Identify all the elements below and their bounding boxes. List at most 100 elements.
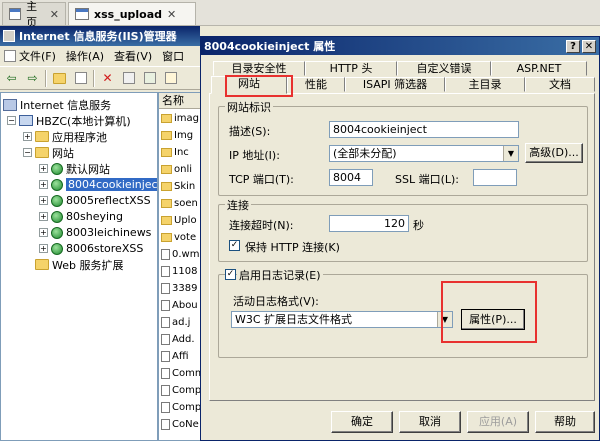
ip-address-select[interactable]: (全部未分配) ▼ <box>329 145 519 162</box>
website-globe-icon <box>51 194 63 207</box>
expand-icon[interactable]: + <box>39 196 48 205</box>
expand-icon[interactable]: + <box>39 212 48 221</box>
tree-node-default-site[interactable]: + 默认网站 <box>39 161 110 176</box>
folder-icon <box>161 181 172 191</box>
menu-file[interactable]: 文件(F) <box>4 48 56 64</box>
list-item[interactable]: 0.wm <box>161 247 199 261</box>
export-icon[interactable] <box>162 70 179 87</box>
tab-isapi-filters[interactable]: ISAPI 筛选器 <box>345 77 445 92</box>
list-column-name-header[interactable]: 名称 <box>159 93 201 109</box>
website-globe-icon <box>51 226 63 239</box>
tab-directory-security[interactable]: 目录安全性 <box>213 61 305 76</box>
iis-content-list[interactable]: 名称 imag Img Inc onli Skin soen Uplo vote 0.wm 110… <box>158 92 202 441</box>
tree-node-web-extensions[interactable]: Web 服务扩展 <box>35 257 123 272</box>
list-item[interactable]: Affi <box>161 349 189 363</box>
folder-icon <box>161 215 172 225</box>
menu-action[interactable]: 操作(A) <box>66 48 104 64</box>
iis-toolbar: ⇦ ⇨ ✕ <box>0 66 200 90</box>
file-icon <box>161 384 170 396</box>
close-button[interactable]: ✕ <box>582 39 596 53</box>
list-item[interactable]: imag <box>161 111 199 125</box>
ok-button[interactable]: 确定 <box>331 411 393 433</box>
cancel-button[interactable]: 取消 <box>399 411 461 433</box>
show-tree-icon[interactable] <box>72 70 89 87</box>
list-item-label: 3389 <box>172 282 198 294</box>
back-arrow-icon[interactable]: ⇦ <box>3 70 20 87</box>
list-item[interactable]: Abou <box>161 298 198 312</box>
connection-timeout-input[interactable]: 120 <box>329 215 409 232</box>
tab-custom-errors[interactable]: 自定义错误 <box>397 61 491 76</box>
tab-home-directory[interactable]: 主目录 <box>445 77 525 92</box>
iis-tree-view[interactable]: Internet 信息服务 − HBZC(本地计算机) + 应用程序池 − 网站… <box>0 92 158 441</box>
list-item[interactable]: Comp <box>161 400 201 414</box>
list-item[interactable]: Comp <box>161 383 201 397</box>
tree-node-8003leichinews[interactable]: + 8003leichinews <box>39 225 151 240</box>
keepalive-checkbox[interactable]: ✓ <box>229 240 240 251</box>
refresh-icon[interactable] <box>141 70 158 87</box>
collapse-icon[interactable]: − <box>23 148 32 157</box>
list-item[interactable]: Add. <box>161 332 195 346</box>
log-format-select[interactable]: W3C 扩展日志文件格式 ▼ <box>231 311 453 328</box>
list-item-label: Uplo <box>174 214 197 226</box>
tree-node-8006storexss[interactable]: + 8006storeXSS <box>39 241 143 256</box>
list-item[interactable]: soen <box>161 196 198 210</box>
tab-http-headers[interactable]: HTTP 头 <box>305 61 397 76</box>
chevron-down-icon[interactable]: ▼ <box>437 312 452 327</box>
ssl-port-label: SSL 端口(L): <box>395 173 460 186</box>
log-properties-button[interactable]: 属性(P)... <box>461 309 525 330</box>
tree-node-computer[interactable]: − HBZC(本地计算机) <box>7 113 131 128</box>
help-bottom-button[interactable]: 帮助 <box>535 411 595 433</box>
list-item[interactable]: Skin <box>161 179 195 193</box>
browser-tab-xss-upload[interactable]: xss_upload ✕ <box>68 2 196 25</box>
expand-icon[interactable]: + <box>23 132 32 141</box>
forward-arrow-icon[interactable]: ⇨ <box>24 70 41 87</box>
tcp-port-input[interactable]: 8004 <box>329 169 373 186</box>
file-icon <box>161 333 170 345</box>
close-icon[interactable]: ✕ <box>50 8 59 21</box>
tree-node-8005reflectxss[interactable]: + 8005reflectXSS <box>39 193 151 208</box>
iis-menu-bar: 文件(F) 操作(A) 查看(V) 窗口 <box>0 46 200 66</box>
file-icon <box>161 401 170 413</box>
advanced-button[interactable]: 高级(D)... <box>525 143 583 163</box>
description-input[interactable]: 8004cookieinject <box>329 121 519 138</box>
list-item[interactable]: Img <box>161 128 193 142</box>
delete-icon[interactable]: ✕ <box>99 70 116 87</box>
tab-website[interactable]: 网站 <box>211 76 287 94</box>
list-item[interactable]: CoNe <box>161 417 199 431</box>
list-item[interactable]: vote <box>161 230 196 244</box>
collapse-icon[interactable]: − <box>7 116 16 125</box>
properties-icon[interactable] <box>120 70 137 87</box>
menu-view[interactable]: 查看(V) <box>114 48 152 64</box>
chevron-down-icon[interactable]: ▼ <box>503 146 518 161</box>
tree-node-80sheying[interactable]: + 80sheying <box>39 209 123 224</box>
tree-node-websites[interactable]: − 网站 <box>23 145 74 160</box>
log-format-label: 活动日志格式(V): <box>233 295 319 308</box>
expand-icon[interactable]: + <box>39 228 48 237</box>
list-item[interactable]: 3389 <box>161 281 197 295</box>
list-item[interactable]: onli <box>161 162 192 176</box>
tab-aspnet[interactable]: ASP.NET <box>491 61 587 76</box>
list-item[interactable]: Inc <box>161 145 189 159</box>
apply-button[interactable]: 应用(A) <box>467 411 529 433</box>
up-folder-icon[interactable] <box>51 70 68 87</box>
close-icon[interactable]: ✕ <box>167 8 176 21</box>
help-button[interactable]: ? <box>566 39 580 53</box>
group-connection: 连接 连接超时(N): 120 秒 ✓ 保持 HTTP 连接(K) <box>218 197 588 262</box>
list-item[interactable]: 1108 <box>161 264 197 278</box>
expand-icon[interactable]: + <box>39 164 48 173</box>
keepalive-label: 保持 HTTP 连接(K) <box>245 241 340 254</box>
tree-node-8004cookieinject[interactable]: + 8004cookieinject <box>39 177 157 192</box>
expand-icon[interactable]: + <box>39 244 48 253</box>
list-item[interactable]: Comm <box>161 366 201 380</box>
list-item[interactable]: Uplo <box>161 213 197 227</box>
enable-logging-checkbox[interactable]: ✓ <box>225 269 236 280</box>
ssl-port-input[interactable] <box>473 169 517 186</box>
tree-node-iis-root[interactable]: Internet 信息服务 <box>3 97 111 112</box>
tab-performance[interactable]: 性能 <box>287 77 345 92</box>
tree-node-app-pools[interactable]: + 应用程序池 <box>23 129 107 144</box>
tab-documents[interactable]: 文档 <box>525 77 595 92</box>
browser-tab-home[interactable]: 主页 ✕ <box>2 0 66 29</box>
expand-icon[interactable]: + <box>39 180 48 189</box>
menu-window[interactable]: 窗口 <box>162 48 184 64</box>
list-item[interactable]: ad.j <box>161 315 190 329</box>
